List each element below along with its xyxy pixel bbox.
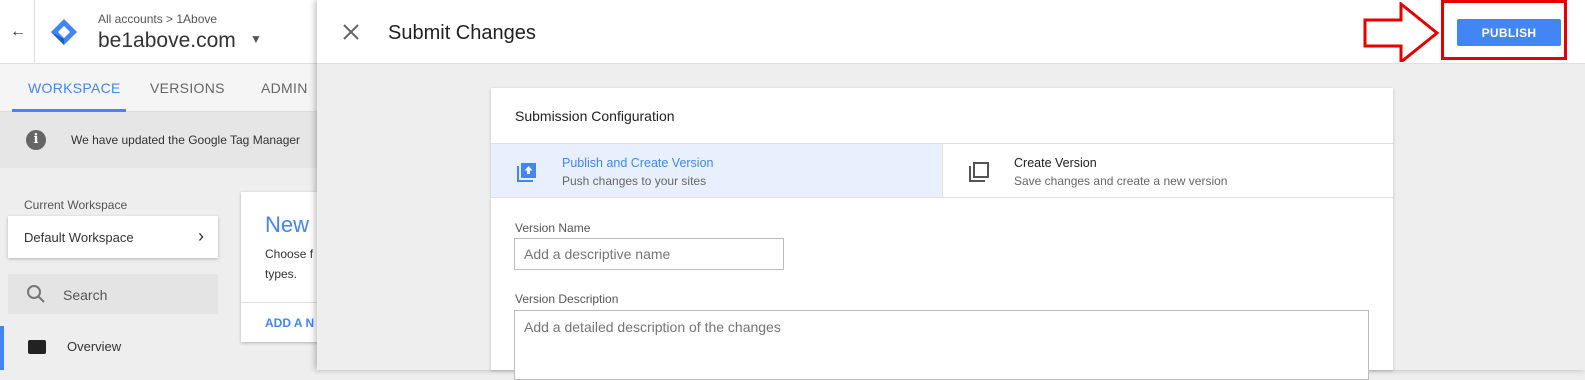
chevron-right-icon: › [198, 226, 204, 246]
version-description-label: Version Description [515, 292, 619, 306]
workspace-name: Default Workspace [24, 230, 134, 245]
version-name-label: Version Name [515, 221, 591, 235]
sidebar-search[interactable]: Search [8, 274, 218, 314]
panel-title: Submit Changes [388, 22, 536, 44]
option-title: Publish and Create Version [562, 156, 714, 170]
gtm-logo-icon [51, 19, 77, 45]
app-header: ← All accounts > 1Above be1above.com ▼ [0, 0, 340, 64]
account-breadcrumb[interactable]: All accounts > 1Above [98, 12, 217, 26]
tab-versions[interactable]: VERSIONS [150, 64, 225, 112]
annotation-highlight-box [1441, 0, 1567, 60]
option-create-version[interactable]: Create Version Save changes and create a… [942, 143, 1393, 198]
config-title: Submission Configuration [515, 108, 675, 124]
new-card-description-line: Choose f [265, 247, 314, 261]
main-tabs: WORKSPACE VERSIONS ADMIN [0, 64, 340, 112]
info-icon: i [26, 130, 46, 150]
search-icon [27, 285, 45, 303]
header-divider [34, 0, 35, 64]
current-workspace-label: Current Workspace [24, 198, 128, 212]
workspace-selector[interactable]: Default Workspace › [8, 216, 218, 258]
annotation-arrow-icon [1363, 2, 1440, 62]
new-card-title: New [265, 212, 310, 237]
tab-admin[interactable]: ADMIN [261, 64, 308, 112]
submission-config-card: Submission Configuration Publish and Cre… [491, 88, 1393, 380]
tab-workspace[interactable]: WORKSPACE [28, 64, 121, 112]
option-title: Create Version [1014, 156, 1097, 170]
option-subtitle: Save changes and create a new version [1014, 174, 1228, 188]
container-name[interactable]: be1above.com [98, 29, 236, 53]
search-label: Search [63, 287, 108, 303]
version-name-input[interactable] [514, 238, 784, 270]
notice-text: We have updated the Google Tag Manager [71, 133, 301, 147]
back-arrow-icon[interactable]: ← [8, 22, 28, 42]
active-nav-indicator [0, 326, 4, 370]
caret-down-icon[interactable]: ▼ [250, 32, 262, 46]
option-subtitle: Push changes to your sites [562, 174, 707, 188]
add-new-tag-link[interactable]: ADD A N [265, 316, 314, 330]
overview-icon [28, 340, 46, 354]
close-icon[interactable] [341, 22, 361, 42]
sidebar-item-overview[interactable]: Overview [67, 339, 121, 354]
new-card-description: Choose f types. [265, 244, 313, 284]
publish-upload-icon [517, 163, 536, 182]
option-publish-and-create-version[interactable]: Publish and Create Version Push changes … [491, 143, 942, 198]
create-version-icon [969, 162, 989, 182]
new-card-description-line: types. [265, 267, 298, 281]
